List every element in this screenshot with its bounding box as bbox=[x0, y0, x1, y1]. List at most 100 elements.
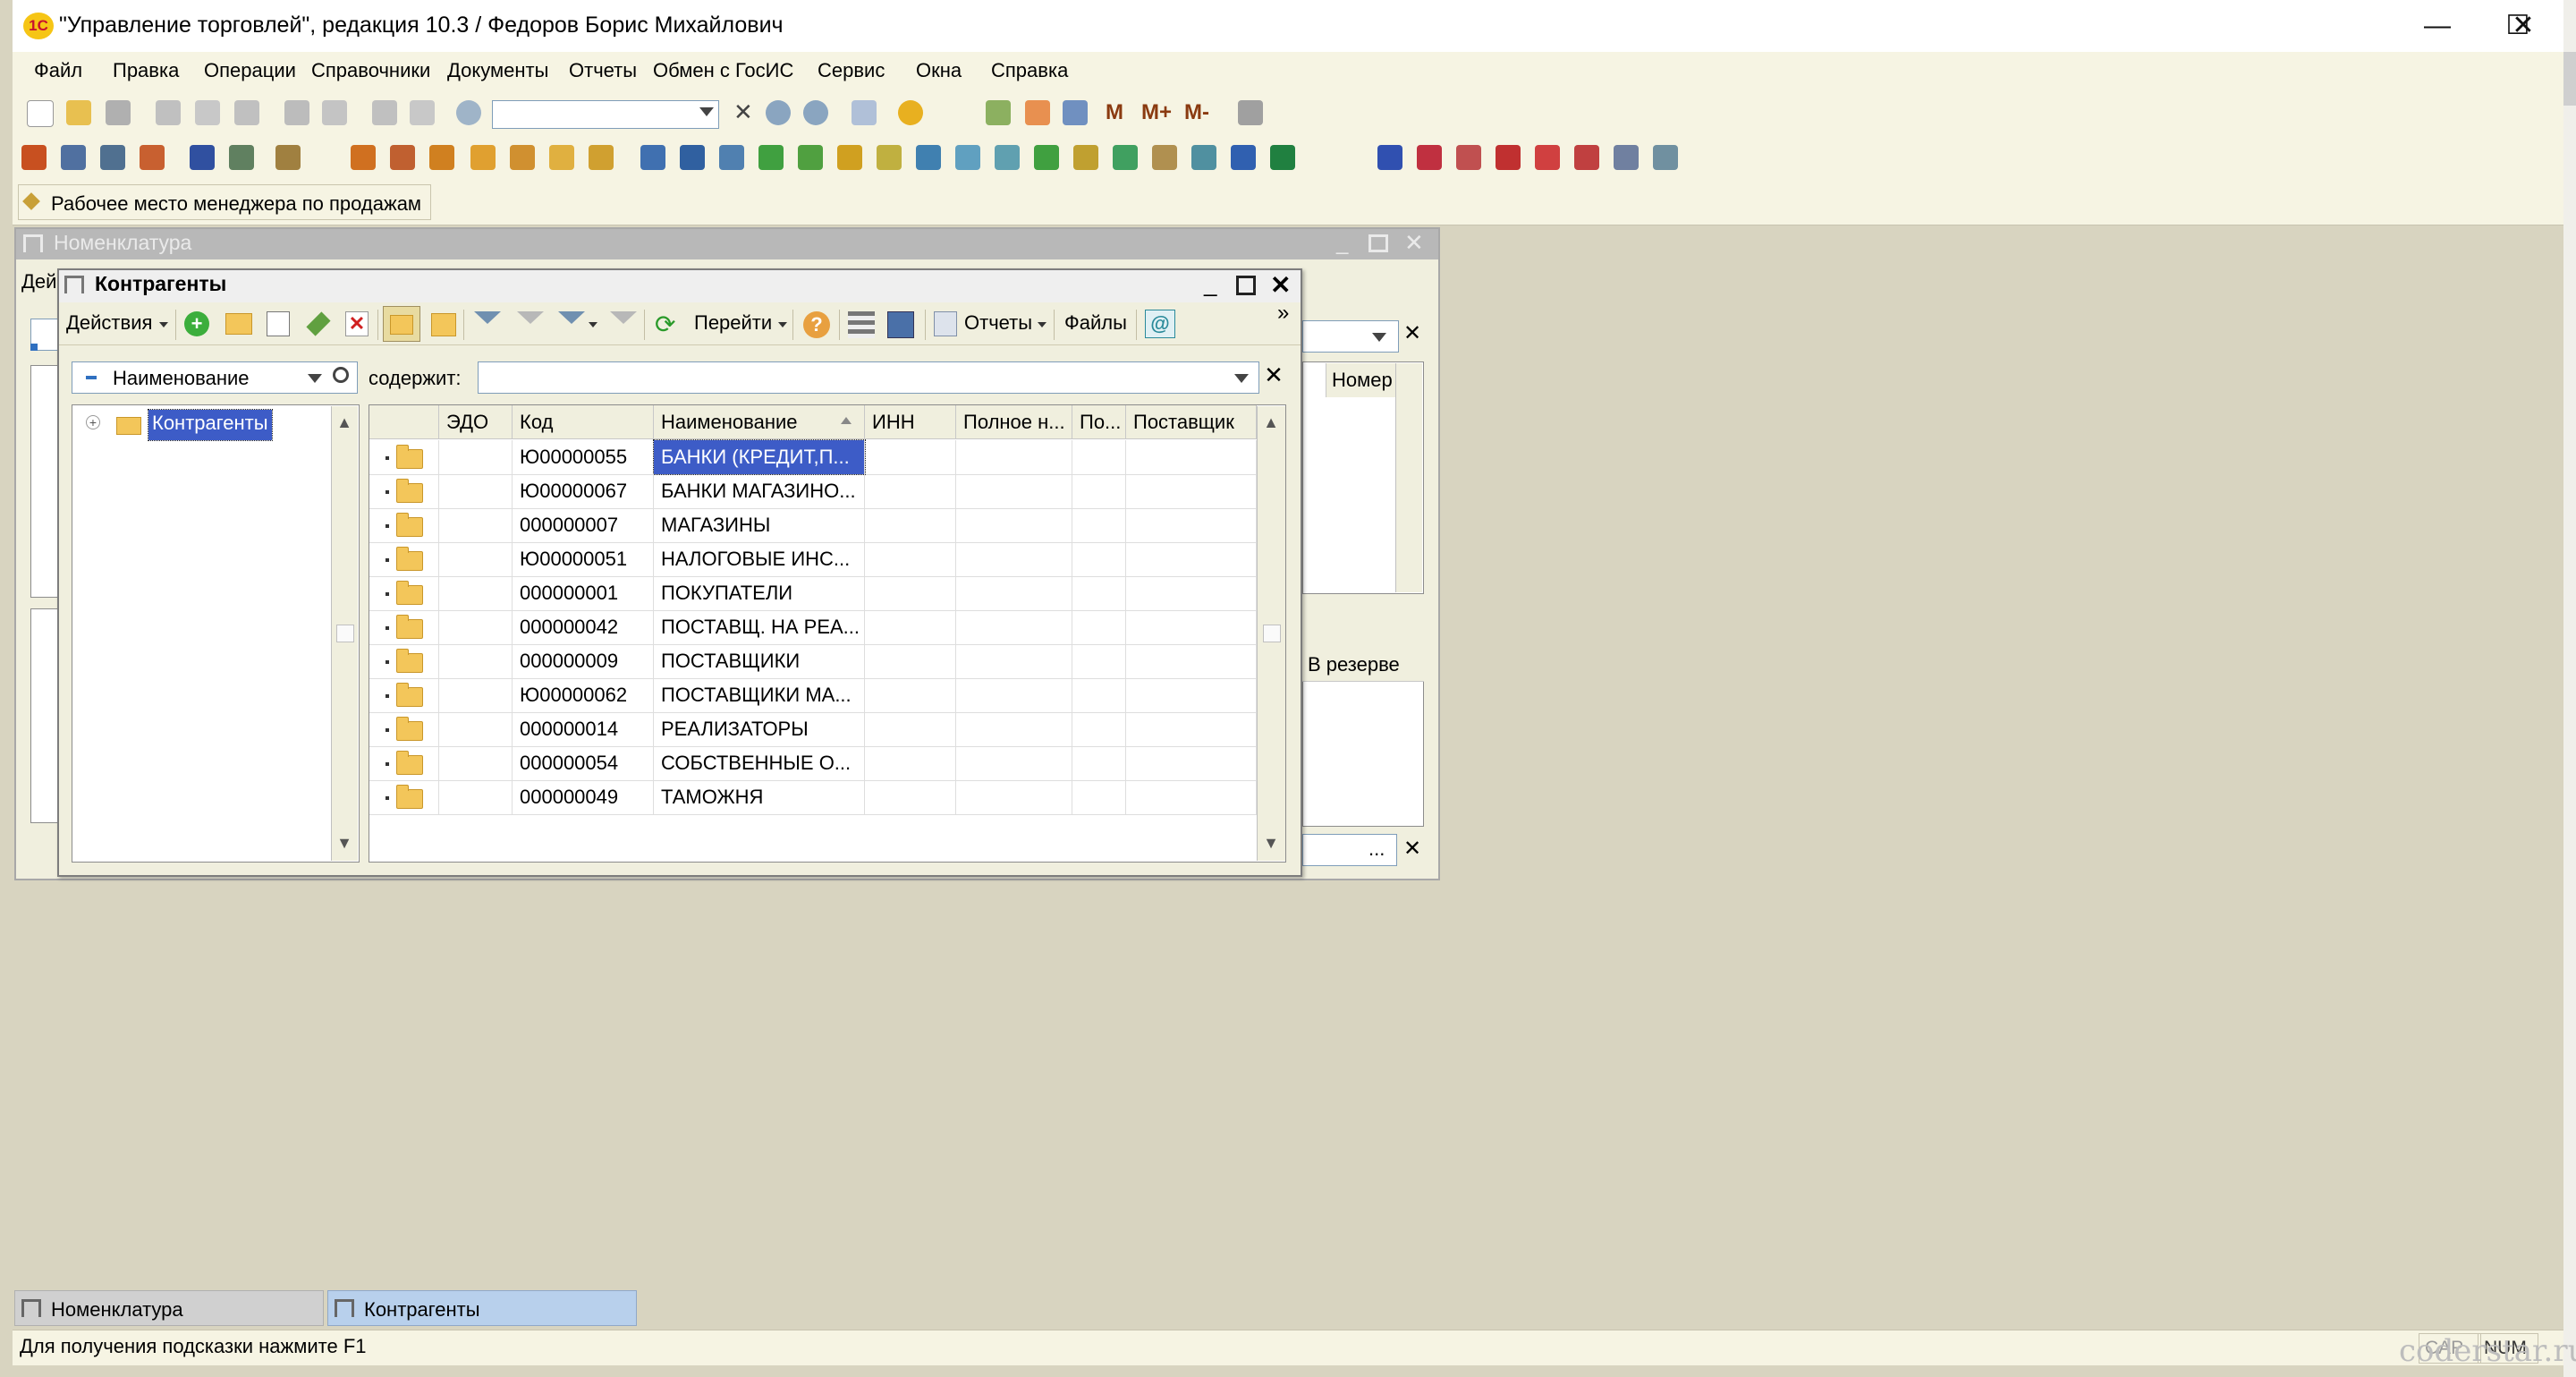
col-header-code[interactable]: Код bbox=[513, 405, 654, 439]
menu-reports[interactable]: Отчеты bbox=[569, 59, 637, 82]
purchase-order-icon[interactable] bbox=[640, 145, 665, 170]
toolbar-more-button[interactable]: » bbox=[1277, 301, 1289, 326]
register-icon[interactable] bbox=[100, 145, 125, 170]
table-row[interactable]: Ю00000062 ПОСТАВЩИКИ МА... bbox=[369, 678, 1257, 713]
scroll-up-icon[interactable]: ▲ bbox=[333, 410, 356, 435]
chevron-down-icon[interactable] bbox=[1372, 333, 1386, 342]
nomenclature-col-number[interactable]: Номер bbox=[1326, 363, 1395, 397]
cash-icon[interactable] bbox=[510, 145, 535, 170]
print-preview-icon[interactable] bbox=[322, 100, 347, 125]
table-row[interactable]: 000000049 ТАМОЖНЯ bbox=[369, 780, 1257, 815]
minimize-button[interactable]: — bbox=[2397, 0, 2478, 52]
clear-search-icon[interactable]: ✕ bbox=[733, 98, 753, 126]
redo-icon[interactable] bbox=[410, 100, 435, 125]
copy-item-icon[interactable] bbox=[267, 311, 290, 336]
purchase-return-icon[interactable] bbox=[719, 145, 744, 170]
table-row[interactable]: Ю00000067 БАНКИ МАГАЗИНО... bbox=[369, 474, 1257, 509]
sum-icon[interactable] bbox=[1496, 145, 1521, 170]
nomenclature-grid-scrollbar[interactable] bbox=[1395, 363, 1422, 592]
menu-help[interactable]: Справка bbox=[991, 59, 1068, 82]
filter-icon[interactable] bbox=[474, 311, 501, 336]
help-icon[interactable]: ? bbox=[803, 311, 830, 338]
scroll-thumb[interactable] bbox=[1263, 625, 1281, 642]
add-icon[interactable]: + bbox=[184, 311, 209, 336]
add-folder-icon[interactable] bbox=[225, 313, 252, 335]
actions-menu-button[interactable]: Действия bbox=[66, 311, 152, 335]
scroll-up-icon[interactable]: ▲ bbox=[1259, 410, 1283, 435]
sum-report-icon[interactable] bbox=[1535, 145, 1560, 170]
chevron-down-icon[interactable] bbox=[1234, 374, 1249, 383]
scroll-down-icon[interactable]: ▼ bbox=[1259, 830, 1283, 855]
sales-invoice-icon[interactable] bbox=[390, 145, 415, 170]
coins-icon[interactable] bbox=[589, 145, 614, 170]
workplace-sales-manager-button[interactable]: Рабочее место менеджера по продажам bbox=[18, 184, 431, 220]
payment-icon[interactable] bbox=[470, 145, 496, 170]
scroll-down-icon[interactable]: ▼ bbox=[333, 830, 356, 855]
level-up-icon[interactable] bbox=[431, 313, 456, 336]
purchase-invoice-icon[interactable] bbox=[680, 145, 705, 170]
chevron-down-icon[interactable] bbox=[699, 107, 714, 116]
memory-plus-button[interactable]: M+ bbox=[1141, 100, 1172, 125]
settings-tools-icon[interactable] bbox=[1238, 100, 1263, 125]
paste-icon[interactable] bbox=[234, 100, 259, 125]
memory-minus-button[interactable]: M- bbox=[1184, 100, 1209, 125]
clear-filter-icon[interactable] bbox=[610, 311, 637, 336]
right-scrollbar-thumb[interactable] bbox=[2563, 52, 2576, 106]
undo-icon[interactable] bbox=[372, 100, 397, 125]
taskbar-nomenclature[interactable]: Номенклатура bbox=[14, 1290, 324, 1326]
exchange-icon[interactable] bbox=[1231, 145, 1256, 170]
table-row[interactable]: 000000042 ПОСТАВЩ. НА РЕА... bbox=[369, 610, 1257, 645]
col-header-full-name[interactable]: Полное н... bbox=[956, 405, 1072, 439]
table-row[interactable]: 000000054 СОБСТВЕННЫЕ О... bbox=[369, 746, 1257, 781]
verify-icon[interactable] bbox=[1653, 145, 1678, 170]
menu-gosis-exchange[interactable]: Обмен с ГосИС bbox=[653, 59, 793, 82]
nomenclature-col-in-reserve[interactable]: В резерве bbox=[1302, 648, 1424, 682]
col-header-icon[interactable] bbox=[369, 405, 439, 439]
search-icon[interactable] bbox=[456, 100, 481, 125]
delete-icon[interactable]: ✕ bbox=[345, 311, 369, 336]
employees-icon[interactable] bbox=[190, 145, 215, 170]
nomenclature-maximize-button[interactable] bbox=[1368, 234, 1388, 252]
menu-documents[interactable]: Документы bbox=[447, 59, 548, 82]
search-icon[interactable] bbox=[333, 367, 349, 383]
reports-menu-button[interactable]: Отчеты bbox=[964, 311, 1032, 335]
discount-icon[interactable] bbox=[1191, 145, 1216, 170]
counterparties-maximize-button[interactable] bbox=[1236, 276, 1256, 295]
find-next-icon[interactable] bbox=[766, 100, 791, 125]
documents-icon[interactable] bbox=[995, 145, 1020, 170]
col-header-name[interactable]: Наименование bbox=[654, 405, 865, 439]
cut-icon[interactable] bbox=[156, 100, 181, 125]
chevron-down-icon[interactable] bbox=[778, 322, 787, 327]
chevron-down-icon[interactable] bbox=[589, 322, 597, 327]
filter-history-icon[interactable] bbox=[558, 311, 585, 336]
counterparties-close-button[interactable]: ✕ bbox=[1270, 270, 1291, 300]
new-document-icon[interactable] bbox=[27, 100, 54, 127]
toolbar-search-input[interactable] bbox=[492, 100, 719, 129]
nomenclature-clear-icon[interactable]: ✕ bbox=[1401, 320, 1424, 351]
price-icon[interactable] bbox=[955, 145, 980, 170]
windows-list-icon[interactable] bbox=[852, 100, 877, 125]
print-icon[interactable] bbox=[284, 100, 309, 125]
nomenclature-select-button[interactable]: ... bbox=[1368, 837, 1385, 861]
inventory-icon[interactable] bbox=[837, 145, 862, 170]
nomenclature-minimize-button[interactable]: _ bbox=[1336, 231, 1348, 256]
refresh-icon[interactable]: ⟳ bbox=[655, 310, 675, 339]
chevron-down-icon[interactable] bbox=[159, 322, 168, 327]
table-row[interactable]: Ю00000051 НАЛОГОВЫЕ ИНС... bbox=[369, 542, 1257, 577]
expand-icon[interactable]: + bbox=[86, 415, 100, 429]
assembly-icon[interactable] bbox=[916, 145, 941, 170]
table-row[interactable]: 000000007 МАГАЗИНЫ bbox=[369, 508, 1257, 543]
info-icon[interactable] bbox=[898, 100, 923, 125]
email-icon[interactable]: @ bbox=[1145, 310, 1175, 338]
open-folder-icon[interactable] bbox=[66, 100, 91, 125]
receipt-icon[interactable] bbox=[549, 145, 574, 170]
tree-view-icon[interactable] bbox=[887, 311, 914, 338]
col-header-edo[interactable]: ЭДО bbox=[439, 405, 513, 439]
table-row[interactable]: 000000014 РЕАЛИЗАТОРЫ bbox=[369, 712, 1257, 747]
save-icon[interactable] bbox=[106, 100, 131, 125]
chevron-down-icon[interactable] bbox=[1038, 322, 1046, 327]
copy-icon[interactable] bbox=[195, 100, 220, 125]
table-row[interactable]: 000000001 ПОКУПАТЕЛИ bbox=[369, 576, 1257, 611]
files-button[interactable]: Файлы bbox=[1064, 311, 1127, 335]
client-manager-icon[interactable] bbox=[1417, 145, 1442, 170]
